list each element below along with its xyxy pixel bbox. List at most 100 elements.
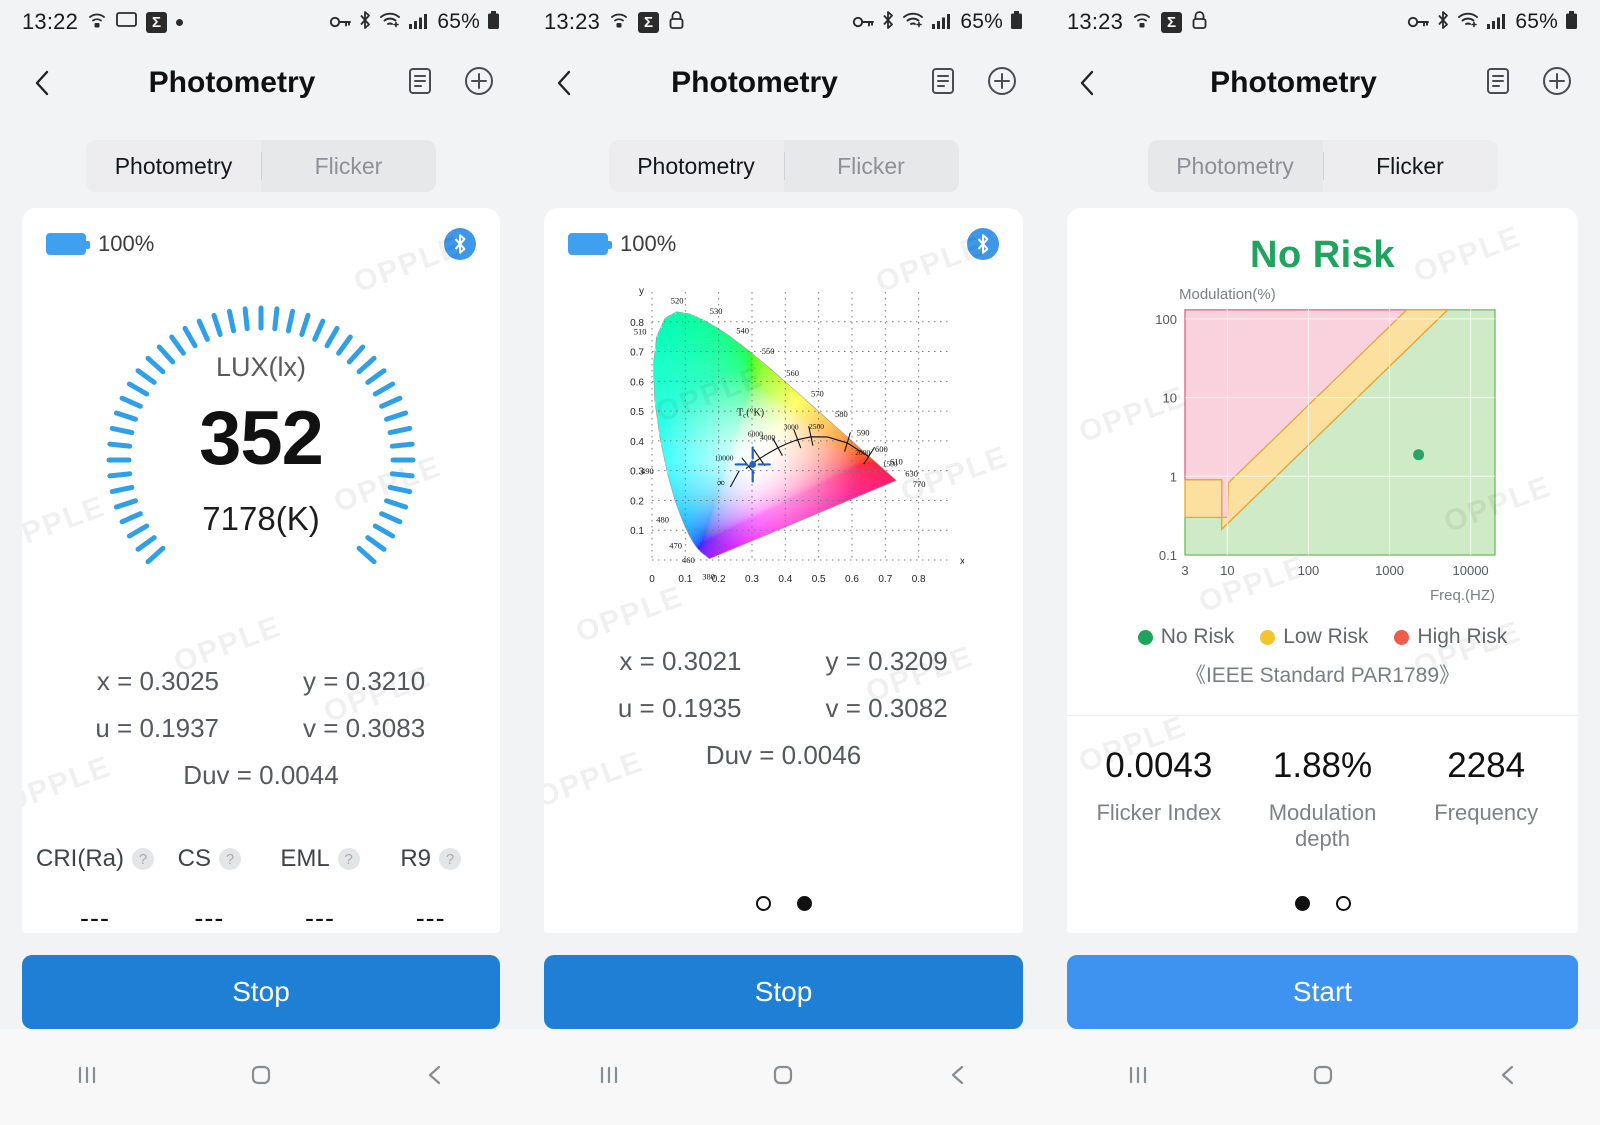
sigma-icon: Σ <box>146 11 168 33</box>
page-dot[interactable] <box>1335 896 1351 911</box>
legend-item-no-risk: No Risk <box>1137 625 1234 649</box>
cie-chromaticity-chart: 0 0.1 0.2 0.3 0.4 0.5 0.6 0.7 0.80.10.20.30.40.5… <box>630 286 964 585</box>
card-header: 100% <box>22 208 500 260</box>
segmented-tabs-wrap: Photometry Flicker <box>1045 122 1600 208</box>
start-button[interactable]: Start <box>1067 955 1578 1029</box>
app-bar: Photometry <box>0 44 522 122</box>
vpn-key-icon <box>1407 12 1430 33</box>
risk-legend: No Risk Low Risk High Risk <box>1067 617 1578 649</box>
page-indicator <box>1067 896 1578 933</box>
bluetooth-status-icon[interactable] <box>967 228 999 260</box>
signal-icon <box>408 12 428 33</box>
back-button[interactable] <box>1071 66 1105 100</box>
status-time: 13:23 <box>1067 9 1124 34</box>
report-icon[interactable] <box>1482 65 1514 102</box>
wifi-icon <box>1457 11 1479 33</box>
cri-label: CRI(Ra) <box>36 845 124 872</box>
bluetooth-icon <box>1436 10 1450 34</box>
battery-icon <box>1565 10 1578 34</box>
lux-value: 352 <box>199 396 324 481</box>
home-icon[interactable] <box>768 1060 798 1095</box>
help-icon[interactable]: ? <box>132 848 154 870</box>
home-icon[interactable] <box>246 1060 276 1095</box>
help-icon[interactable]: ? <box>219 848 241 870</box>
recents-icon[interactable] <box>1123 1060 1153 1095</box>
page-dot-active[interactable] <box>796 896 812 911</box>
stat-cell: 1.88% Modulation depth <box>1241 746 1405 852</box>
legend-label: Low Risk <box>1283 625 1369 648</box>
report-icon[interactable] <box>404 65 436 102</box>
tab-photometry[interactable]: Photometry <box>1148 140 1323 192</box>
device-battery-icon <box>46 233 90 255</box>
page-indicator <box>544 870 1023 933</box>
add-circle-icon[interactable] <box>985 64 1019 103</box>
add-circle-icon[interactable] <box>1540 64 1574 103</box>
status-bar: 13:23 Σ 65% <box>522 0 1045 44</box>
stat-cell: 0.0043 Flicker Index <box>1077 746 1241 852</box>
help-icon[interactable]: ? <box>337 848 360 870</box>
legend-label: High Risk <box>1417 625 1508 648</box>
page-dot-active[interactable] <box>1294 896 1310 911</box>
back-icon[interactable] <box>1493 1060 1523 1095</box>
status-time: 13:23 <box>544 9 601 34</box>
signal-icon <box>931 12 951 33</box>
stat-label: Modulation depth <box>1268 800 1377 851</box>
cri-metric-cell: CRI(Ra)? --- <box>36 845 154 933</box>
value-x: x = 0.3021 <box>619 646 742 676</box>
cri-label: R9 <box>400 845 432 872</box>
stop-button[interactable]: Stop <box>22 955 500 1029</box>
page-title: Photometry <box>671 66 838 99</box>
status-battery-pct: 65% <box>1515 10 1558 33</box>
tab-flicker[interactable]: Flicker <box>261 140 436 192</box>
card-header: 100% <box>544 208 1023 260</box>
stop-button[interactable]: Stop <box>544 955 1023 1029</box>
segmented-tabs: Photometry Flicker <box>86 140 436 192</box>
page-title: Photometry <box>148 66 316 99</box>
lux-gauge: LUX(lx) 352 7178(K) <box>22 260 500 660</box>
status-bar: 13:22 Σ 65% <box>0 0 522 44</box>
bluetooth-status-icon[interactable] <box>444 228 476 260</box>
lux-unit-label: LUX(lx) <box>215 352 306 382</box>
chromaticity-values: x = 0.3021 y = 0.3209 u = 0.1935 v = 0.3… <box>544 616 1023 771</box>
value-v: v = 0.3082 <box>825 693 948 723</box>
stat-cell: 2284 Frequency <box>1404 746 1568 852</box>
report-icon[interactable] <box>927 65 959 102</box>
cri-label: EML <box>280 845 330 872</box>
tab-flicker[interactable]: Flicker <box>1322 140 1498 192</box>
back-button[interactable] <box>548 66 582 100</box>
vpn-key-icon <box>329 12 352 33</box>
chromaticity-card: OPPLE OPPLE OPPLE OPPLE OPPLE OPPLE 100%… <box>544 208 1023 933</box>
page-indicator <box>210 924 312 933</box>
battery-icon <box>487 10 500 34</box>
lock-icon <box>668 10 685 34</box>
cri-value: --- <box>80 903 110 933</box>
segmented-tabs-wrap: Photometry Flicker <box>522 122 1045 208</box>
back-button[interactable] <box>26 66 60 100</box>
bluetooth-icon <box>881 10 895 34</box>
tab-photometry[interactable]: Photometry <box>86 140 261 192</box>
bluetooth-icon <box>358 10 372 34</box>
wifi-icon <box>379 11 401 33</box>
tab-photometry[interactable]: Photometry <box>608 140 784 192</box>
status-bar: 13:23 Σ 65% <box>1045 0 1600 44</box>
wifi-lock-icon <box>87 10 107 34</box>
page-dot[interactable] <box>755 896 771 911</box>
help-icon[interactable]: ? <box>439 848 462 870</box>
recents-icon[interactable] <box>72 1060 102 1095</box>
cri-value: --- <box>415 903 446 933</box>
home-icon[interactable] <box>1308 1060 1338 1095</box>
back-icon[interactable] <box>943 1060 973 1095</box>
cri-label: CS <box>177 845 211 872</box>
value-u: u = 0.1937 <box>95 713 219 743</box>
action-wrap: Stop <box>522 933 1045 1029</box>
tab-flicker[interactable]: Flicker <box>783 140 959 192</box>
value-duv: Duv = 0.0046 <box>705 740 862 770</box>
add-circle-icon[interactable] <box>462 64 496 103</box>
back-icon[interactable] <box>420 1060 450 1095</box>
device-battery-pct: 100% <box>620 231 677 256</box>
recents-icon[interactable] <box>594 1060 624 1095</box>
lock-icon <box>1191 10 1208 34</box>
wifi-lock-icon <box>609 10 629 34</box>
sigma-icon: Σ <box>638 11 660 33</box>
legend-item-low-risk: Low Risk <box>1260 625 1368 649</box>
